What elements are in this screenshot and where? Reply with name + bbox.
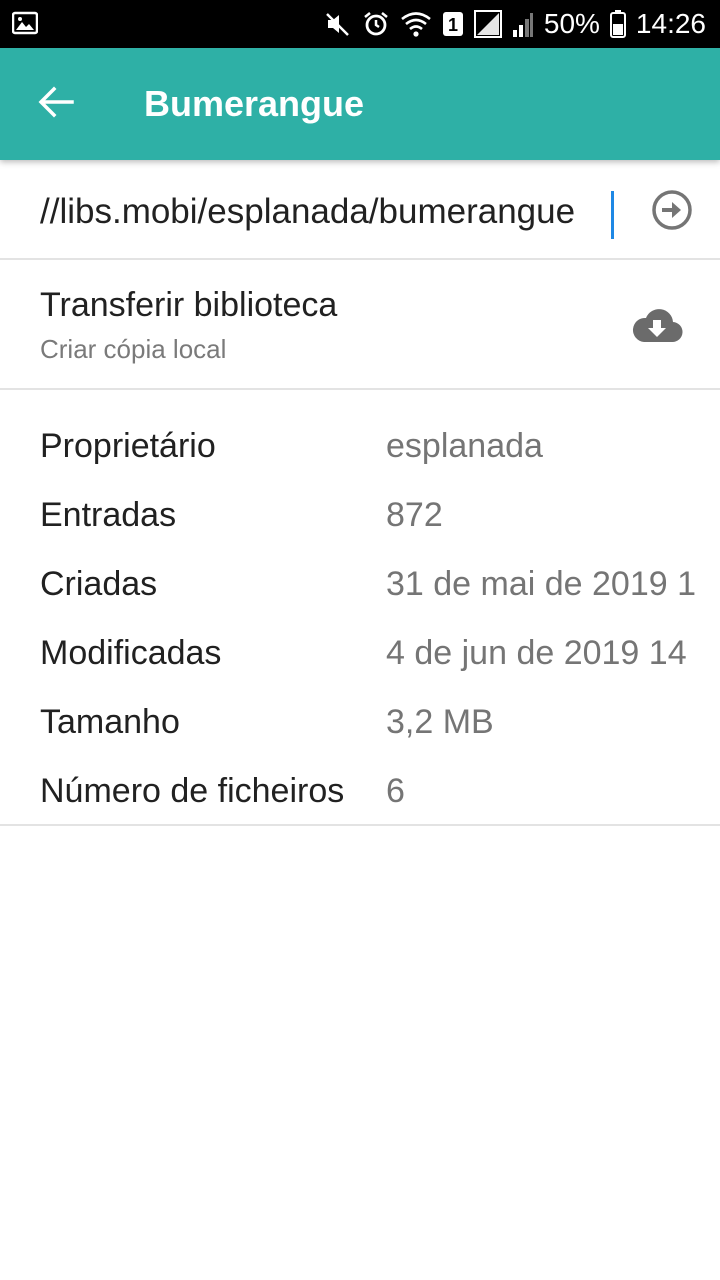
- back-button[interactable]: [30, 82, 82, 126]
- status-bar: 1 50% 14:26: [0, 0, 720, 48]
- arrow-back-icon: [38, 86, 74, 123]
- info-label: Modificadas: [40, 634, 222, 672]
- info-row-file-count: Número de ficheiros 6: [0, 757, 720, 826]
- info-value: 6: [386, 772, 405, 810]
- battery-icon: [609, 10, 626, 38]
- info-label: Criadas: [40, 565, 158, 603]
- go-button[interactable]: [650, 188, 694, 232]
- page-title: Bumerangue: [144, 83, 365, 124]
- info-row-modified: Modificadas 4 de jun de 2019 14: [0, 619, 720, 688]
- battery-percent: 50%: [543, 8, 600, 39]
- info-label: Tamanho: [40, 703, 180, 741]
- clock: 14:26: [635, 8, 706, 39]
- sim-1-icon: 1: [442, 11, 464, 37]
- signal-icon-1: [473, 10, 502, 38]
- text-cursor: [611, 191, 614, 239]
- library-info-table: Proprietário esplanada Entradas 872 Cria…: [0, 390, 720, 826]
- info-row-size: Tamanho 3,2 MB: [0, 688, 720, 757]
- transfer-subtitle: Criar cópia local: [40, 334, 227, 364]
- info-label: Proprietário: [40, 427, 216, 465]
- info-row-owner: Proprietário esplanada: [0, 412, 720, 481]
- info-value: 3,2 MB: [386, 703, 494, 741]
- signal-icon-2: [512, 10, 534, 38]
- wifi-icon: [400, 10, 432, 38]
- info-row-entries: Entradas 872: [0, 481, 720, 550]
- gallery-notification-icon: [12, 11, 38, 35]
- alarm-icon: [362, 10, 390, 38]
- cloud-download-icon: [630, 309, 684, 350]
- arrow-circle-right-icon: [650, 190, 694, 236]
- info-label: Entradas: [40, 496, 177, 534]
- app-bar: Bumerangue: [0, 48, 720, 160]
- svg-text:1: 1: [448, 15, 458, 35]
- cloud-download-button[interactable]: [630, 306, 684, 346]
- info-value: esplanada: [386, 427, 543, 465]
- url-input[interactable]: //libs.mobi/esplanada/bumerangue: [40, 186, 615, 238]
- url-value: //libs.mobi/esplanada/bumerangue: [40, 192, 576, 231]
- info-value: 31 de mai de 2019 1: [386, 565, 697, 603]
- info-row-created: Criadas 31 de mai de 2019 1: [0, 550, 720, 619]
- info-value: 4 de jun de 2019 14: [386, 634, 687, 672]
- transfer-library-row[interactable]: Transferir biblioteca Criar cópia local: [0, 262, 720, 390]
- mute-icon: [324, 10, 352, 38]
- info-value: 872: [386, 496, 443, 534]
- transfer-title: Transferir biblioteca: [40, 286, 338, 324]
- info-label: Número de ficheiros: [40, 772, 345, 810]
